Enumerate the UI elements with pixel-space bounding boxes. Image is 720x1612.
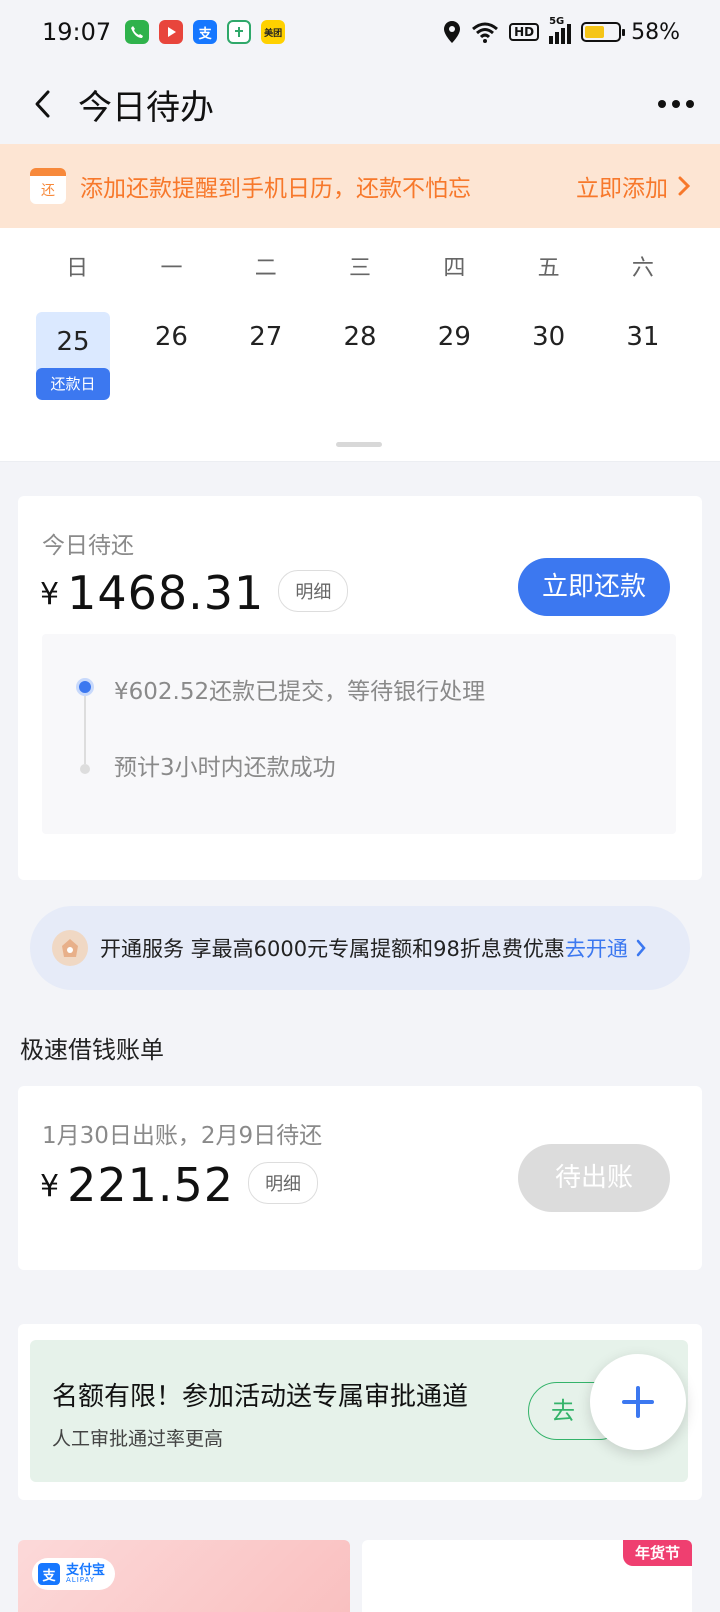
video-icon <box>159 20 184 44</box>
date-row: 26 27 28 29 30 31 <box>0 312 720 362</box>
bill-amount: 221.52 <box>67 1158 235 1212</box>
activity-subtitle: 人工审批通过率更高 <box>52 1428 224 1450</box>
weekday-label: 日 <box>66 256 89 281</box>
week-calendar: 日 一 二 三 四 五 六 25 还款日 26 27 28 29 30 31 <box>0 228 720 462</box>
gift-icon <box>52 930 88 966</box>
date-cell[interactable]: 28 <box>313 312 407 362</box>
notification-icons: 支 美团 <box>125 20 286 44</box>
bill-info: 1月30日出账，2月9日待还 <box>42 1123 323 1149</box>
new-year-promo-card[interactable]: 年货节 <box>362 1540 692 1612</box>
add-reminder-label: 立即添加 <box>576 176 668 202</box>
weekday-label: 五 <box>537 256 560 281</box>
signal-icon: 5G <box>549 16 572 44</box>
chevron-right-icon <box>636 939 646 957</box>
progress-line <box>84 696 86 764</box>
bill-amount-row: ¥ 221.52 明细 <box>40 1158 319 1212</box>
more-icon[interactable] <box>658 90 694 118</box>
today-label: 今日待还 <box>42 533 134 559</box>
weekday-header: 日 一 二 三 四 五 六 <box>0 250 720 282</box>
open-service-link[interactable]: 去开通 <box>565 933 646 963</box>
detail-button[interactable]: 明细 <box>248 1162 319 1204</box>
date-cell[interactable]: 31 <box>596 312 690 362</box>
today-amount: 1468.31 <box>67 566 265 620</box>
loan-bill-card: 1月30日出账，2月9日待还 ¥ 221.52 明细 待出账 <box>18 1086 702 1270</box>
weekday-label: 一 <box>160 256 183 281</box>
add-reminder-link[interactable]: 立即添加 <box>576 169 690 203</box>
new-year-tag: 年货节 <box>622 1540 692 1566</box>
phone-icon <box>125 20 150 44</box>
weekday-label: 三 <box>349 256 372 281</box>
status-bar: 19:07 支 美团 HD 5G 58% <box>0 0 720 64</box>
pending-statement-button: 待出账 <box>518 1144 670 1212</box>
service-promo-banner[interactable]: 开通服务 享最高6000元专属提额和98折息费优惠 去开通 <box>30 906 690 990</box>
wifi-icon <box>472 22 499 43</box>
activity-banner[interactable]: 名额有限！参加活动送专属审批通道 人工审批通过率更高 去 <box>30 1340 688 1482</box>
progress-step-estimate: 预计3小时内还款成功 <box>114 755 336 781</box>
status-time: 19:07 <box>42 18 112 46</box>
repay-now-button[interactable]: 立即还款 <box>518 558 670 616</box>
plus-icon <box>622 1386 654 1418</box>
currency-symbol: ¥ <box>40 1169 60 1204</box>
hd-badge: HD <box>509 23 540 41</box>
activity-title: 名额有限！参加活动送专属审批通道 <box>52 1382 469 1412</box>
date-cell[interactable]: 27 <box>219 312 313 362</box>
detail-button[interactable]: 明细 <box>278 570 349 612</box>
calendar-reminder-banner[interactable]: 还 添加还款提醒到手机日历，还款不怕忘 立即添加 <box>0 144 720 228</box>
page-title: 今日待办 <box>78 87 214 128</box>
battery-fill <box>585 26 604 38</box>
alipay-icon: 支 <box>193 20 218 44</box>
add-fab-button[interactable] <box>590 1354 686 1450</box>
meituan-icon: 美团 <box>261 20 286 44</box>
alipay-name-en: ALIPAY <box>66 1576 96 1584</box>
health-icon <box>227 20 252 44</box>
chevron-right-icon <box>678 176 690 196</box>
repayment-progress: ¥602.52还款已提交，等待银行处理 预计3小时内还款成功 <box>42 634 676 834</box>
repayment-day-tag: 还款日 <box>36 368 110 400</box>
reminder-text: 添加还款提醒到手机日历，还款不怕忘 <box>80 176 471 202</box>
location-icon <box>444 21 461 43</box>
alipay-promo-card[interactable]: 支 支付宝 ALIPAY <box>18 1540 350 1612</box>
progress-step-submitted: ¥602.52还款已提交，等待银行处理 <box>114 679 486 705</box>
drag-handle[interactable] <box>336 442 382 447</box>
alipay-logo-icon: 支 <box>38 1563 60 1585</box>
open-service-label: 去开通 <box>564 937 628 961</box>
weekday-label: 六 <box>631 256 654 281</box>
section-title: 极速借钱账单 <box>20 1036 164 1064</box>
alipay-badge: 支 支付宝 ALIPAY <box>32 1558 116 1590</box>
date-cell[interactable]: 30 <box>501 312 595 362</box>
promo-text: 开通服务 享最高6000元专属提额和98折息费优惠 <box>100 937 565 961</box>
battery-icon <box>581 22 626 42</box>
today-amount-row: ¥ 1468.31 明细 <box>40 566 349 620</box>
weekday-label: 四 <box>443 256 466 281</box>
calendar-icon: 还 <box>30 168 66 204</box>
date-cell[interactable]: 29 <box>407 312 501 362</box>
currency-symbol: ¥ <box>40 577 60 612</box>
progress-dot-pending <box>80 764 90 774</box>
nav-bar: 今日待办 <box>0 64 720 144</box>
weekday-label: 二 <box>254 256 277 281</box>
date-cell[interactable]: 26 <box>124 312 218 362</box>
battery-percent: 58% <box>631 19 680 45</box>
network-label: 5G <box>549 16 565 27</box>
back-icon[interactable] <box>26 87 60 121</box>
progress-dot-active <box>76 678 94 696</box>
today-repayment-card: 今日待还 ¥ 1468.31 明细 立即还款 ¥602.52还款已提交，等待银行… <box>18 496 702 880</box>
